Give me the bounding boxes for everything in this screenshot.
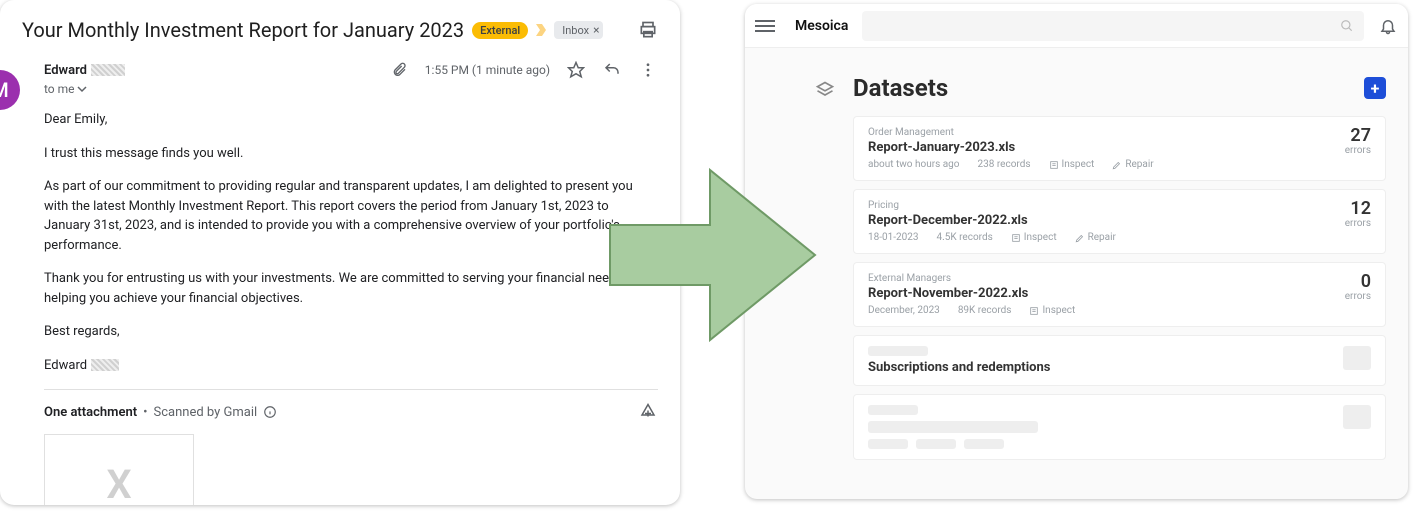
error-label: errors	[1323, 145, 1371, 156]
error-label: errors	[1323, 218, 1371, 229]
error-count: 27	[1323, 127, 1371, 145]
dataset-name: Report-December-2022.xls	[868, 213, 1323, 228]
more-icon[interactable]	[638, 60, 658, 80]
badge-inbox[interactable]: Inbox ×	[554, 21, 603, 39]
repair-action[interactable]: Repair	[1112, 159, 1153, 170]
star-icon[interactable]	[566, 60, 586, 80]
inbox-label: Inbox	[562, 24, 589, 37]
dataset-records: 4.5K records	[937, 232, 993, 243]
dataset-name: Report-November-2022.xls	[868, 286, 1323, 301]
error-label: errors	[1323, 291, 1371, 302]
inspect-action[interactable]: Inspect	[1049, 159, 1095, 170]
email-timestamp: 1:55 PM (1 minute ago)	[425, 63, 550, 77]
scanned-label: Scanned by Gmail	[154, 405, 258, 420]
email-body: Dear Emily, I trust this message finds y…	[44, 110, 658, 375]
body-p3: Thank you for entrusting us with your in…	[44, 269, 652, 308]
reply-icon[interactable]	[602, 60, 622, 80]
search-icon	[1340, 19, 1354, 33]
datasets-header: Datasets +	[853, 74, 1386, 102]
dataset-card[interactable]: Pricing Report-December-2022.xls 18-01-2…	[853, 189, 1386, 254]
remove-label-icon[interactable]: ×	[593, 23, 599, 37]
dataset-category: Pricing	[868, 200, 1323, 211]
from-name: Edward	[44, 63, 87, 78]
dataset-card[interactable]: External Managers Report-November-2022.x…	[853, 262, 1386, 327]
email-subject: Your Monthly Investment Report for Janua…	[22, 18, 464, 42]
email-panel: M Your Monthly Investment Report for Jan…	[0, 0, 680, 505]
dataset-records: 89K records	[958, 305, 1012, 316]
body-regards: Best regards,	[44, 322, 652, 342]
dataset-age: December, 2023	[868, 305, 940, 316]
mesoica-body: Datasets + Order Management Report-Janua…	[745, 48, 1408, 460]
avatar: M	[0, 70, 20, 110]
body-signature: Edward	[44, 356, 652, 376]
print-icon[interactable]	[638, 20, 658, 40]
dataset-card[interactable]: Order Management Report-January-2023.xls…	[853, 116, 1386, 181]
from-redacted-surname	[91, 64, 125, 76]
transition-arrow	[600, 155, 820, 355]
search-input[interactable]	[862, 11, 1364, 41]
page-title: Datasets	[853, 74, 948, 102]
dataset-category: Order Management	[868, 127, 1323, 138]
from-row: Edward 1:55 PM (1 minute ago)	[44, 60, 658, 80]
body-p1: I trust this message finds you well.	[44, 144, 652, 164]
inspect-action[interactable]: Inspect	[1011, 232, 1057, 243]
menu-icon[interactable]	[755, 20, 775, 32]
dataset-name: Report-January-2023.xls	[868, 140, 1323, 155]
label-arrow-icon	[536, 24, 546, 36]
chevron-down-icon[interactable]	[77, 84, 87, 94]
error-count: 12	[1323, 200, 1371, 218]
layers-icon	[815, 80, 835, 100]
dot: •	[143, 405, 147, 420]
error-count: 0	[1323, 273, 1371, 291]
mesoica-topbar: Mesoica	[745, 4, 1408, 48]
info-icon[interactable]	[263, 405, 277, 419]
dataset-age: about two hours ago	[868, 159, 960, 170]
repair-action[interactable]: Repair	[1075, 232, 1116, 243]
attachment-card[interactable]: X X Report-January-2...	[44, 434, 194, 505]
dataset-name: Subscriptions and redemptions	[868, 360, 1343, 375]
skeleton-box	[1343, 346, 1371, 370]
to-row[interactable]: to me	[44, 82, 658, 96]
attachment-icon	[389, 60, 409, 80]
email-header: Your Monthly Investment Report for Janua…	[22, 18, 658, 42]
body-greeting: Dear Emily,	[44, 110, 652, 130]
dataset-age: 18-01-2023	[868, 232, 919, 243]
body-p2: As part of our commitment to providing r…	[44, 177, 652, 255]
dataset-card-loading	[853, 394, 1386, 460]
attachment-count: One attachment	[44, 405, 137, 420]
mesoica-panel: Mesoica Datasets + Order Management Repo…	[745, 4, 1408, 499]
skeleton-box	[1343, 405, 1371, 429]
add-dataset-button[interactable]: +	[1364, 77, 1386, 99]
add-to-drive-icon[interactable]	[638, 402, 658, 422]
bell-icon[interactable]	[1378, 16, 1398, 36]
attachment-preview-letter: X	[106, 461, 131, 506]
dataset-category: External Managers	[868, 273, 1323, 284]
attachment-bar: One attachment • Scanned by Gmail	[44, 389, 658, 422]
to-label: to me	[44, 82, 75, 96]
dataset-card-loading: Subscriptions and redemptions	[853, 335, 1386, 386]
dataset-records: 238 records	[978, 159, 1031, 170]
inspect-action[interactable]: Inspect	[1029, 305, 1075, 316]
badge-external: External	[472, 22, 528, 39]
brand: Mesoica	[795, 18, 848, 34]
